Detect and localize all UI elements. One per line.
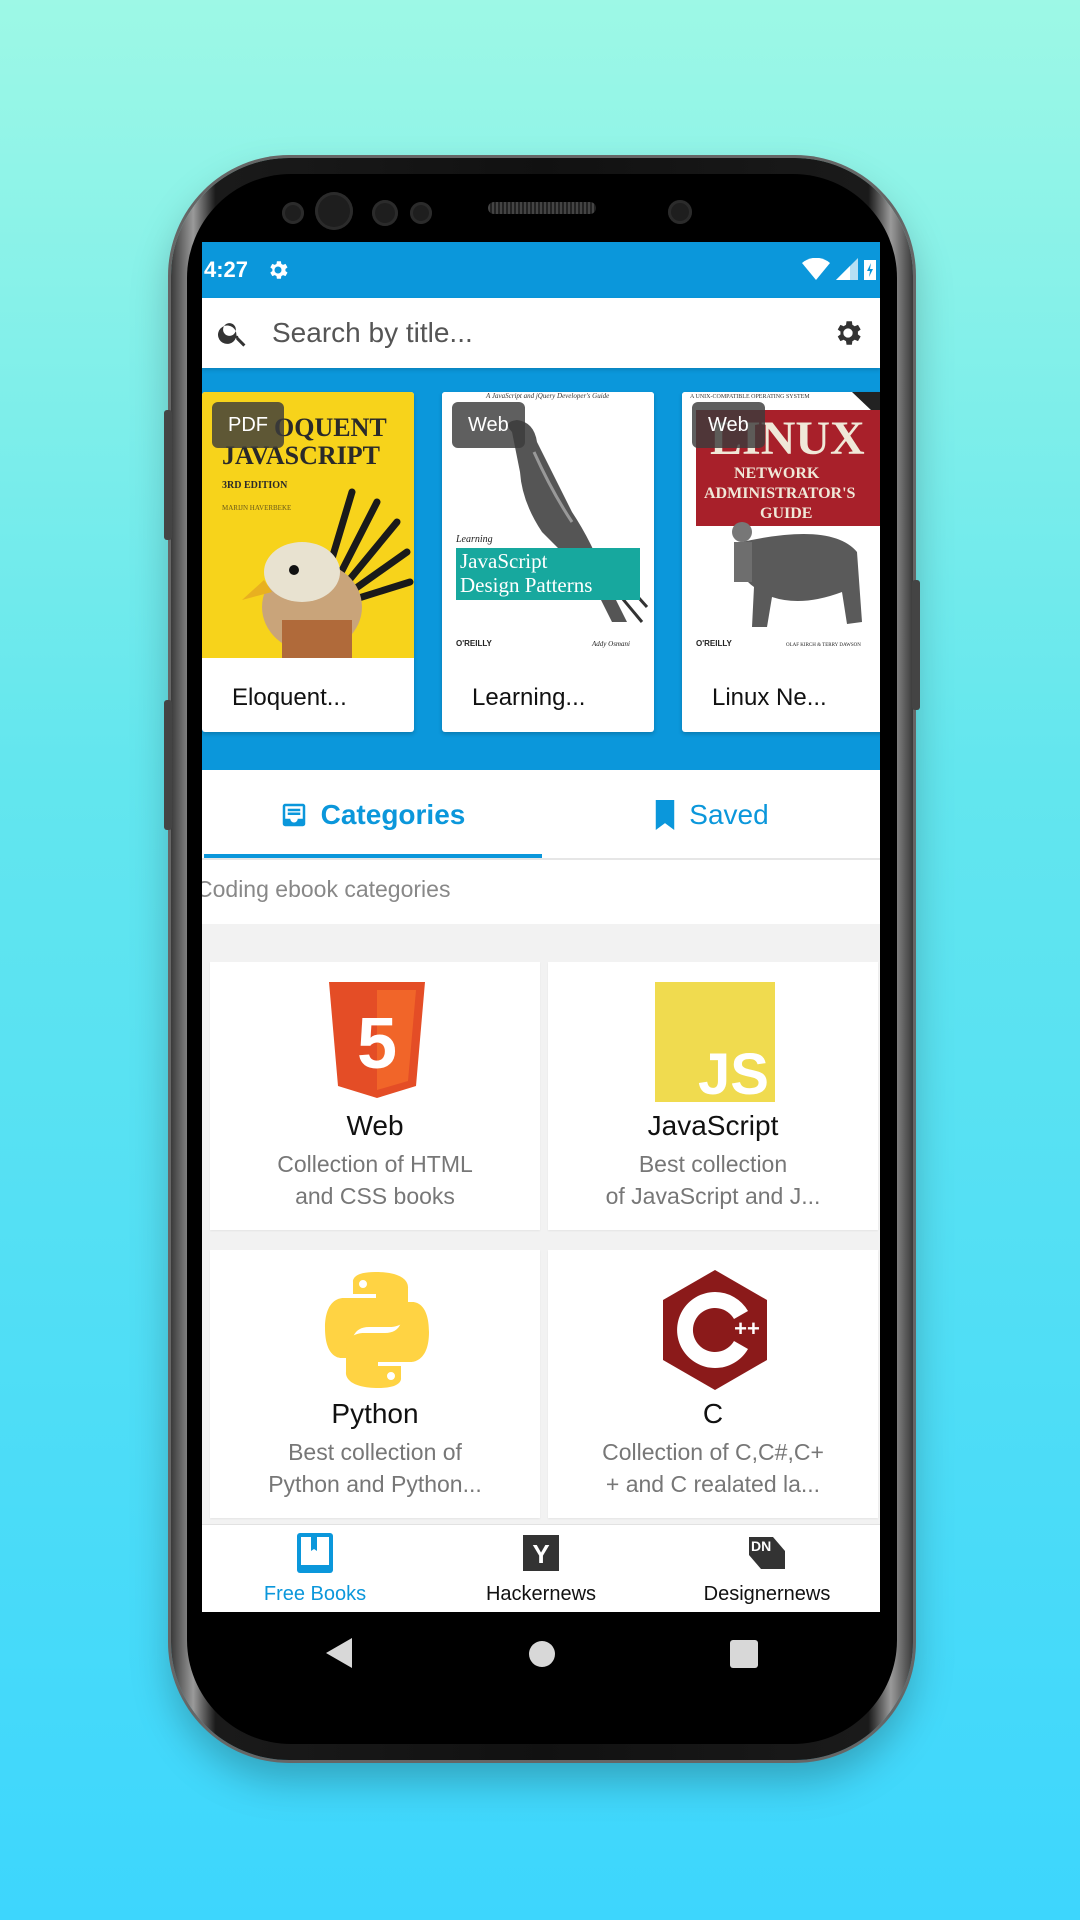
y-combinator-icon: Y xyxy=(523,1535,559,1571)
category-card-web[interactable]: 5 Web Collection of HTML and CSS books xyxy=(210,962,540,1230)
volume-button xyxy=(164,410,172,540)
status-icons xyxy=(802,258,876,280)
nav-free-books[interactable]: Free Books xyxy=(202,1525,428,1612)
cover-publisher: O'REILLY xyxy=(696,639,733,648)
cover-title-line4: GUIDE xyxy=(760,505,812,522)
y-combinator-icon-text: Y xyxy=(532,1539,549,1569)
category-description: Collection of HTML and CSS books xyxy=(240,1148,510,1212)
status-bar: 4:27 xyxy=(202,242,880,298)
cover-title-line2: Design Patterns xyxy=(460,573,592,597)
search-bar[interactable] xyxy=(202,298,880,368)
app-screen: 4:27 OQUENT JAVASCRIPT 3RD EDITION MARIJ… xyxy=(202,242,880,1612)
active-tab-indicator xyxy=(204,854,542,858)
book-card-linux[interactable]: A UNIX-COMPATIBLE OPERATING SYSTEM LINUX… xyxy=(682,392,880,732)
system-navigation-bar xyxy=(206,1612,878,1694)
category-name: Web xyxy=(346,1110,404,1141)
js-logo-text: JS xyxy=(698,1042,769,1102)
book-title: Linux Ne... xyxy=(712,684,827,711)
cover-tagline: A JavaScript and jQuery Developer's Guid… xyxy=(485,392,609,400)
bottom-navigation: Free Books Y Hackernews DN Designernews xyxy=(202,1524,880,1612)
nav-hackernews[interactable]: Y Hackernews xyxy=(428,1525,654,1612)
dn-icon-text: DN xyxy=(751,1538,771,1554)
tab-saved[interactable]: Saved xyxy=(542,770,880,860)
battery-icon xyxy=(864,260,876,280)
cover-publisher: O'REILLY xyxy=(456,639,493,648)
front-sensor-icon xyxy=(372,200,398,226)
inbox-icon xyxy=(282,803,305,827)
signal-icon xyxy=(836,258,858,280)
front-sensor-icon xyxy=(282,202,304,224)
cplusplus-logo-text: ++ xyxy=(734,1316,760,1341)
format-badge: Web xyxy=(692,402,765,448)
python-icon xyxy=(325,1272,429,1388)
category-desc-line1: Best collection of xyxy=(288,1439,462,1465)
cplusplus-icon: ++ xyxy=(663,1270,767,1390)
featured-books: OQUENT JAVASCRIPT 3RD EDITION MARIJN HAV… xyxy=(202,392,880,732)
html5-logo-text: 5 xyxy=(357,1004,397,1084)
category-card-javascript[interactable]: JS JavaScript Best collection of JavaScr… xyxy=(548,962,878,1230)
category-desc-line1: Collection of HTML xyxy=(277,1151,473,1177)
book-card-learning-js[interactable]: A JavaScript and jQuery Developer's Guid… xyxy=(442,392,654,732)
earpiece-speaker xyxy=(488,202,596,214)
cover-edition: 3RD EDITION xyxy=(222,480,288,491)
front-camera-icon xyxy=(668,200,692,224)
tab-bar: Categories Saved xyxy=(202,770,880,860)
cover-title-line3: ADMINISTRATOR'S xyxy=(704,485,856,502)
cover-title-line2: NETWORK xyxy=(734,465,820,482)
cover-author: Addy Osmani xyxy=(591,640,630,648)
tab-label: Saved xyxy=(689,799,769,830)
category-description: Best collection of JavaScript and J... xyxy=(578,1148,848,1212)
cover-authors: OLAF KIRCH & TERRY DAWSON xyxy=(786,643,861,648)
format-badge: PDF xyxy=(212,402,284,448)
html5-icon: 5 xyxy=(329,982,425,1098)
categories-grid: 5 Web Collection of HTML and CSS books J… xyxy=(202,924,880,1524)
book-icon xyxy=(297,1533,333,1573)
category-desc-line2: + and C realated la... xyxy=(605,1471,821,1497)
front-sensor-icon xyxy=(410,202,432,224)
home-icon[interactable] xyxy=(528,1640,556,1668)
settings-notification-icon xyxy=(270,261,288,279)
nav-designernews[interactable]: DN Designernews xyxy=(654,1525,880,1612)
js-icon: JS xyxy=(655,982,775,1102)
bixby-button xyxy=(164,700,172,830)
tab-label: Categories xyxy=(320,799,466,830)
category-desc-line2: and CSS books xyxy=(295,1183,455,1209)
dn-icon: DN xyxy=(749,1537,785,1569)
bookmark-icon xyxy=(656,800,675,830)
category-card-c[interactable]: ++ C Collection of C,C#,C+ + and C reala… xyxy=(548,1250,878,1518)
nav-label: Hackernews xyxy=(485,1583,597,1605)
status-time: 4:27 xyxy=(204,257,249,282)
cover-learning: Learning xyxy=(455,534,493,545)
book-title: Eloquent... xyxy=(232,684,347,711)
back-icon[interactable] xyxy=(326,1638,354,1668)
category-card-python[interactable]: Python Best collection of Python and Pyt… xyxy=(210,1250,540,1518)
front-camera-icon xyxy=(315,192,353,230)
category-description: Best collection of Python and Python... xyxy=(240,1436,510,1500)
book-card-eloquent[interactable]: OQUENT JAVASCRIPT 3RD EDITION MARIJN HAV… xyxy=(202,392,414,732)
category-name: Python xyxy=(331,1398,419,1429)
category-desc-line2: Python and Python... xyxy=(268,1471,482,1497)
format-badge: Web xyxy=(452,402,525,448)
section-label: Coding ebook categories xyxy=(202,876,451,902)
nav-label: Designernews xyxy=(703,1583,831,1605)
category-desc-line1: Collection of C,C#,C+ xyxy=(602,1439,824,1465)
search-icon xyxy=(218,323,246,347)
recents-icon[interactable] xyxy=(730,1640,758,1668)
search-input[interactable] xyxy=(272,317,792,349)
wifi-icon xyxy=(802,258,830,280)
cover-author: MARIJN HAVERBEKE xyxy=(222,504,291,512)
book-title: Learning... xyxy=(472,684,586,711)
cover-tagline: A UNIX-COMPATIBLE OPERATING SYSTEM xyxy=(690,394,810,400)
category-desc-line1: Best collection xyxy=(638,1151,788,1177)
category-description: Collection of C,C#,C+ + and C realated l… xyxy=(578,1436,848,1500)
category-name: C xyxy=(702,1398,724,1429)
cover-title-line1: OQUENT xyxy=(274,413,387,442)
category-desc-line2: of JavaScript and J... xyxy=(605,1183,821,1209)
category-name: JavaScript xyxy=(647,1110,779,1141)
tab-categories[interactable]: Categories xyxy=(202,770,542,860)
power-button xyxy=(912,580,920,710)
cover-title-line1: JavaScript xyxy=(460,549,548,573)
nav-label: Free Books xyxy=(263,1583,367,1605)
settings-gear-icon[interactable] xyxy=(832,317,864,349)
